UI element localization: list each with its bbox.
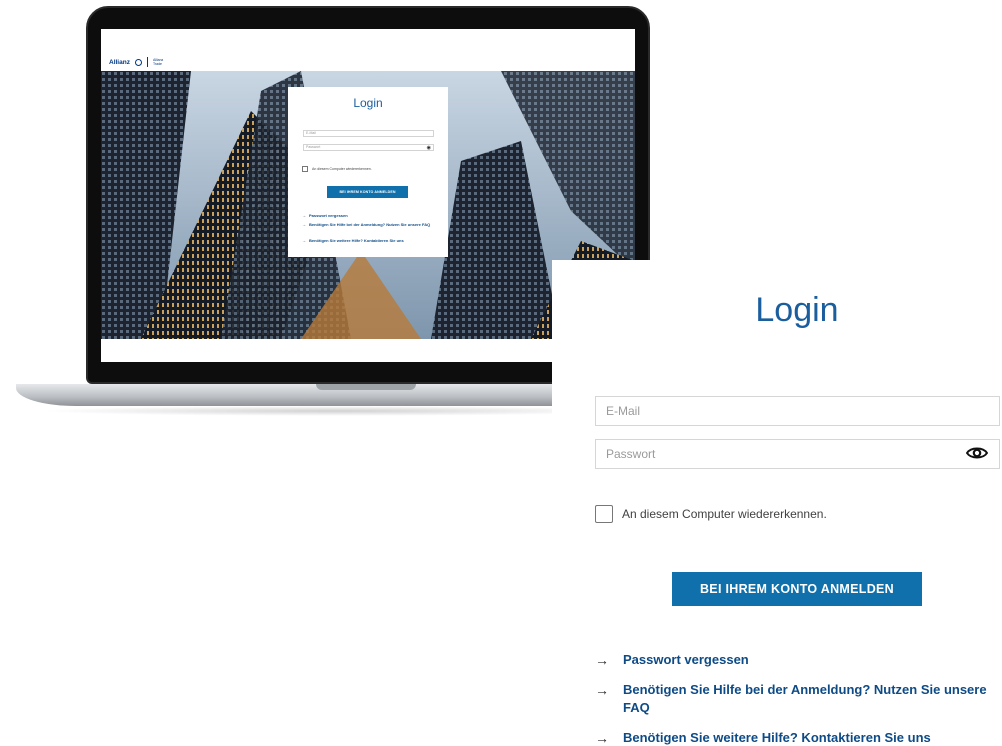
mini-link-faq[interactable]: → Benötigen Sie Hilfe bei der Anmeldung? … — [302, 222, 434, 227]
mini-submit-button[interactable]: BEI IHREM KONTO ANMELDEN — [327, 186, 408, 198]
arrow-right-icon: → — [595, 682, 609, 698]
arrow-right-icon: → — [595, 652, 609, 668]
arrow-right-icon: → — [302, 213, 306, 218]
mini-login-card: Login E-Mail Passwort ◉ An diesem Comput… — [288, 87, 448, 257]
mini-login-title: Login — [353, 96, 383, 110]
eye-icon — [966, 447, 988, 459]
mini-link-forgot-password[interactable]: → Passwort vergessen — [302, 213, 434, 218]
login-submit-button[interactable]: BEI IHREM KONTO ANMELDEN — [672, 572, 922, 606]
login-card: Login An diesem Computer wiedererkennen.… — [552, 260, 1002, 746]
site-header: Allianz Allianz Trade — [101, 53, 635, 71]
arrow-right-icon: → — [595, 730, 609, 746]
mini-link-contact[interactable]: → Benötigen Sie weitere Hilfe? Kontaktier… — [302, 238, 434, 243]
arrow-right-icon: → — [302, 238, 306, 243]
link-forgot-password[interactable]: → Passwort vergessen — [595, 651, 1002, 669]
mini-remember-label: An diesem Computer wiedererkennen. — [312, 167, 372, 171]
arrow-right-icon: → — [302, 222, 306, 227]
password-input[interactable] — [595, 439, 1000, 469]
logo-divider — [146, 57, 148, 67]
login-title: Login — [755, 291, 839, 329]
remember-checkbox[interactable] — [595, 505, 613, 523]
eye-icon[interactable]: ◉ — [427, 145, 431, 151]
eagle-icon — [134, 58, 142, 66]
mini-password-input[interactable]: Passwort ◉ — [303, 144, 434, 151]
marketing-composite: Allianz Allianz Trade Login E-Mail Passw… — [0, 0, 1002, 746]
password-visibility-toggle[interactable] — [962, 441, 992, 465]
allianz-logo[interactable]: Allianz — [109, 59, 130, 66]
mini-email-input[interactable]: E-Mail — [303, 130, 434, 137]
allianz-trade-logo: Allianz Trade — [152, 58, 164, 66]
link-faq[interactable]: → Benötigen Sie Hilfe bei der Anmeldung?… — [595, 681, 1002, 717]
link-contact[interactable]: → Benötigen Sie weitere Hilfe? Kontaktie… — [595, 729, 1002, 746]
laptop-shadow — [40, 406, 630, 416]
laptop-notch — [316, 384, 416, 390]
email-input[interactable] — [595, 396, 1000, 426]
mini-remember-checkbox[interactable] — [302, 166, 308, 172]
remember-label: An diesem Computer wiedererkennen. — [622, 507, 827, 521]
